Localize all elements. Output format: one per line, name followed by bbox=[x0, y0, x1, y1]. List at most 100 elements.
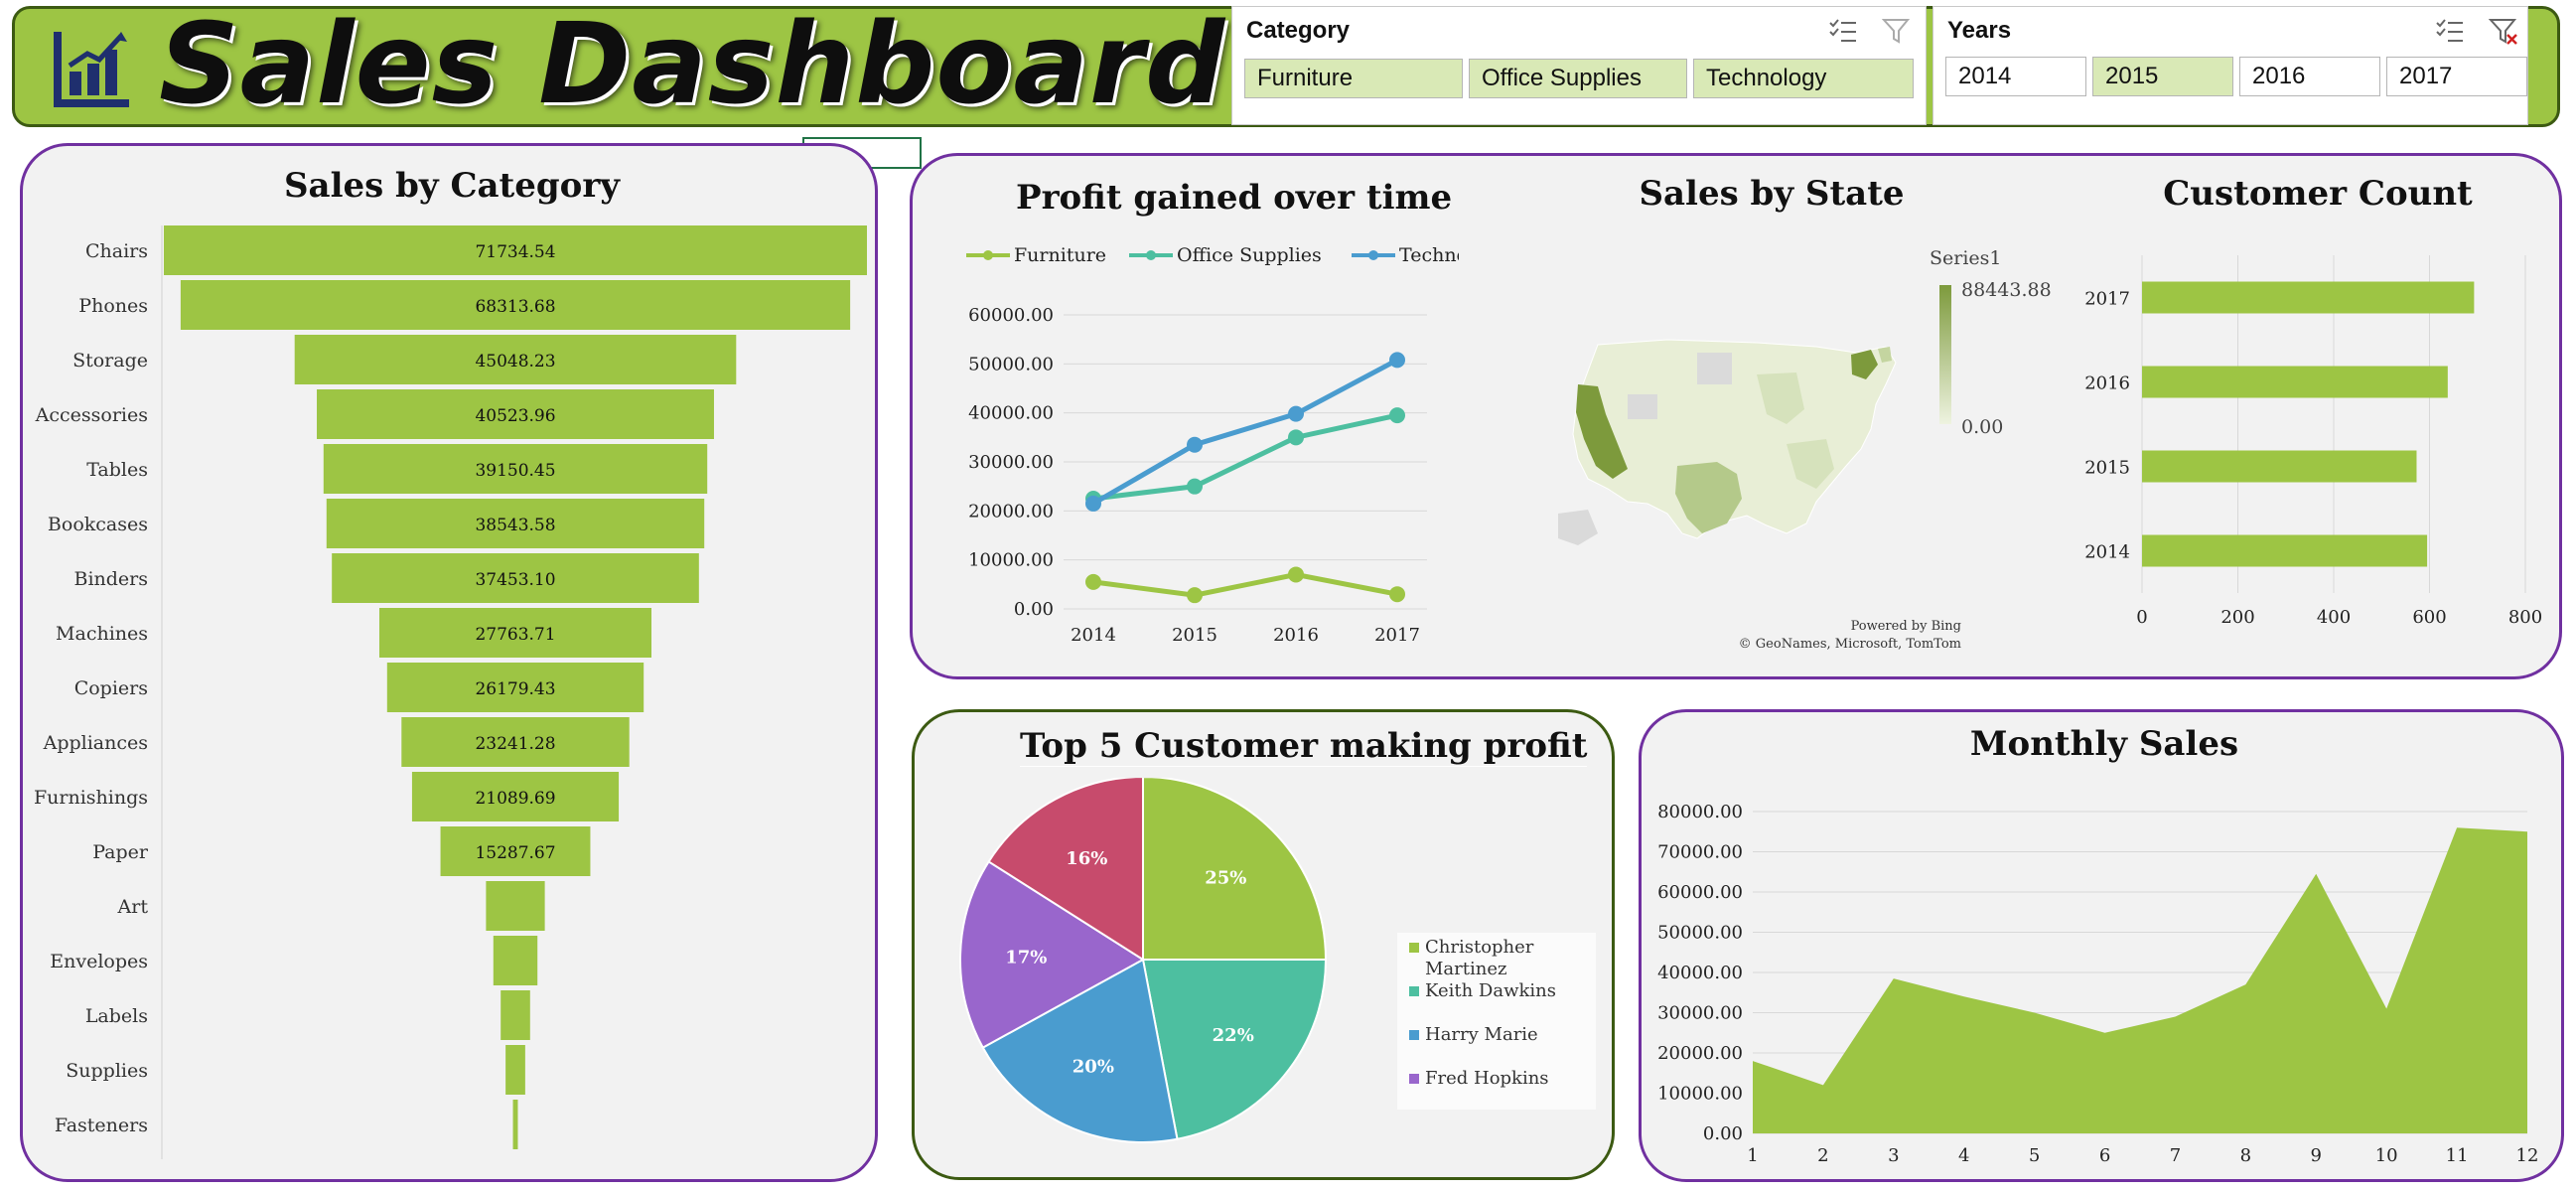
legend-marker bbox=[1368, 250, 1378, 260]
x-tick-label: 2015 bbox=[1172, 625, 1217, 646]
y-tick-label: 0.00 bbox=[1014, 599, 1054, 620]
map-color-scale bbox=[1939, 285, 1951, 424]
chart-title: Monthly Sales bbox=[1969, 724, 2239, 764]
x-tick-label: 2017 bbox=[1374, 625, 1420, 646]
slicer-item-2014[interactable]: 2014 bbox=[1945, 57, 2086, 96]
x-tick-label: 3 bbox=[1888, 1145, 1899, 1166]
legend-label: Martinez bbox=[1425, 959, 1507, 979]
bar-envelopes bbox=[493, 936, 538, 985]
y-tick-label: 50000.00 bbox=[968, 354, 1054, 374]
y-tick-label: 20000.00 bbox=[968, 501, 1054, 522]
data-point bbox=[1288, 429, 1304, 446]
x-tick-label: 600 bbox=[2412, 607, 2446, 628]
data-label: 15287.67 bbox=[475, 843, 555, 863]
legend-marker bbox=[1146, 250, 1156, 260]
multi-select-icon[interactable] bbox=[1828, 17, 1858, 45]
bar-labels bbox=[501, 990, 530, 1040]
chart-title: Profit gained over time bbox=[1016, 178, 1453, 218]
data-point bbox=[1389, 586, 1405, 603]
category-label: Paper bbox=[92, 841, 149, 863]
x-tick-label: 2 bbox=[1817, 1145, 1828, 1166]
series-line-furniture bbox=[1092, 571, 1398, 598]
sales-by-category-panel: Sales by Category Chairs 71734.54 Phones 68… bbox=[20, 143, 878, 1182]
us-map-states-alaska bbox=[1558, 510, 1598, 545]
x-tick-label: 400 bbox=[2317, 607, 2351, 628]
category-label: Storage bbox=[72, 350, 148, 372]
clear-filter-icon[interactable] bbox=[2489, 17, 2518, 45]
category-label: Machines bbox=[56, 623, 148, 645]
x-tick-label: 2014 bbox=[1071, 625, 1116, 646]
data-point bbox=[1187, 436, 1203, 453]
y-tick-label: 60000.00 bbox=[1657, 882, 1743, 903]
x-tick-label: 7 bbox=[2170, 1145, 2181, 1166]
y-tick-label: 2014 bbox=[2084, 542, 2130, 563]
category-label: Accessories bbox=[35, 404, 148, 426]
chart-title: Top 5 Customer making profit bbox=[1020, 726, 1588, 767]
category-label: Art bbox=[117, 896, 149, 918]
slicer-item-2015[interactable]: 2015 bbox=[2092, 57, 2233, 96]
data-label: 71734.54 bbox=[475, 242, 555, 262]
data-point bbox=[1085, 573, 1101, 590]
bar-chart-icon bbox=[54, 32, 129, 107]
multi-select-icon[interactable] bbox=[2435, 17, 2465, 45]
y-tick-label: 30000.00 bbox=[968, 452, 1054, 473]
clear-filter-icon[interactable] bbox=[1882, 17, 1912, 45]
x-tick-label: 4 bbox=[1958, 1145, 1969, 1166]
legend-label: Harry Marie bbox=[1425, 1024, 1538, 1045]
category-label: Copiers bbox=[74, 677, 148, 699]
chart-title: Customer Count bbox=[2163, 174, 2473, 214]
bar-art bbox=[486, 881, 545, 931]
x-tick-label: 5 bbox=[2029, 1145, 2040, 1166]
legend-label: Christopher bbox=[1425, 937, 1534, 958]
y-tick-label: 40000.00 bbox=[1657, 963, 1743, 983]
series-line-technology bbox=[1091, 358, 1399, 507]
years-slicer-title: Years bbox=[1947, 17, 2012, 44]
y-tick-label: 30000.00 bbox=[1657, 1003, 1743, 1024]
slicer-item-2017[interactable]: 2017 bbox=[2386, 57, 2527, 96]
category-label: Supplies bbox=[66, 1060, 148, 1082]
x-tick-label: 8 bbox=[2240, 1145, 2251, 1166]
data-label: 38543.58 bbox=[475, 516, 555, 535]
category-slicer[interactable]: Category Furniture Office Supplies Techn… bbox=[1231, 6, 1927, 125]
legend-swatch bbox=[1409, 986, 1419, 996]
data-label: 21089.69 bbox=[475, 789, 555, 809]
x-tick-label: 200 bbox=[2220, 607, 2254, 628]
category-label: Envelopes bbox=[50, 951, 148, 972]
chart-title: Sales by State bbox=[1639, 174, 1905, 214]
x-tick-label: 1 bbox=[1747, 1145, 1758, 1166]
data-point bbox=[1389, 407, 1405, 424]
x-tick-label: 800 bbox=[2508, 607, 2542, 628]
monthly-sales-panel: Monthly Sales 0.00 10000.00 20000.00 30000.… bbox=[1639, 709, 2564, 1182]
pie-data-label: 20% bbox=[1073, 1057, 1114, 1078]
legend-label: Furniture bbox=[1014, 244, 1106, 266]
slicer-item-furniture[interactable]: Furniture bbox=[1244, 59, 1463, 98]
y-tick-label: 50000.00 bbox=[1657, 923, 1743, 944]
y-tick-label: 10000.00 bbox=[1657, 1084, 1743, 1105]
x-tick-label: 10 bbox=[2375, 1145, 2398, 1166]
legend-swatch bbox=[1409, 943, 1419, 953]
x-tick-label: 11 bbox=[2446, 1145, 2469, 1166]
data-label: 37453.10 bbox=[475, 570, 555, 590]
sales-by-category-chart: Chairs 71734.54 Phones 68313.68 Storage 45048… bbox=[34, 225, 867, 1159]
top5-customers-panel: Top 5 Customer making profit 25% 22% 20% 17… bbox=[912, 709, 1615, 1180]
category-label: Phones bbox=[78, 295, 148, 317]
data-label: 39150.45 bbox=[475, 461, 555, 481]
bar-2015 bbox=[2142, 450, 2417, 483]
years-slicer[interactable]: Years 2014 2015 2016 2017 bbox=[1932, 6, 2528, 125]
map-attribution-bing: Powered by Bing bbox=[1850, 619, 1961, 634]
slicer-item-office-supplies[interactable]: Office Supplies bbox=[1469, 59, 1687, 98]
category-label: Bookcases bbox=[48, 514, 148, 535]
y-tick-label: 0.00 bbox=[1703, 1123, 1743, 1144]
slicer-item-2016[interactable]: 2016 bbox=[2239, 57, 2380, 96]
data-label: 40523.96 bbox=[475, 406, 555, 426]
category-label: Chairs bbox=[85, 240, 148, 262]
data-point bbox=[1288, 566, 1304, 583]
sales-by-state-map bbox=[1558, 339, 1897, 545]
x-tick-label: 9 bbox=[2311, 1145, 2322, 1166]
data-label: 27763.71 bbox=[475, 625, 555, 645]
category-label: Appliances bbox=[43, 732, 148, 754]
slicer-item-technology[interactable]: Technology bbox=[1693, 59, 1914, 98]
legend-label: Fred Hopkins bbox=[1425, 1068, 1549, 1089]
y-tick-label: 10000.00 bbox=[968, 550, 1054, 571]
map-series-name: Series1 bbox=[1930, 247, 2002, 269]
